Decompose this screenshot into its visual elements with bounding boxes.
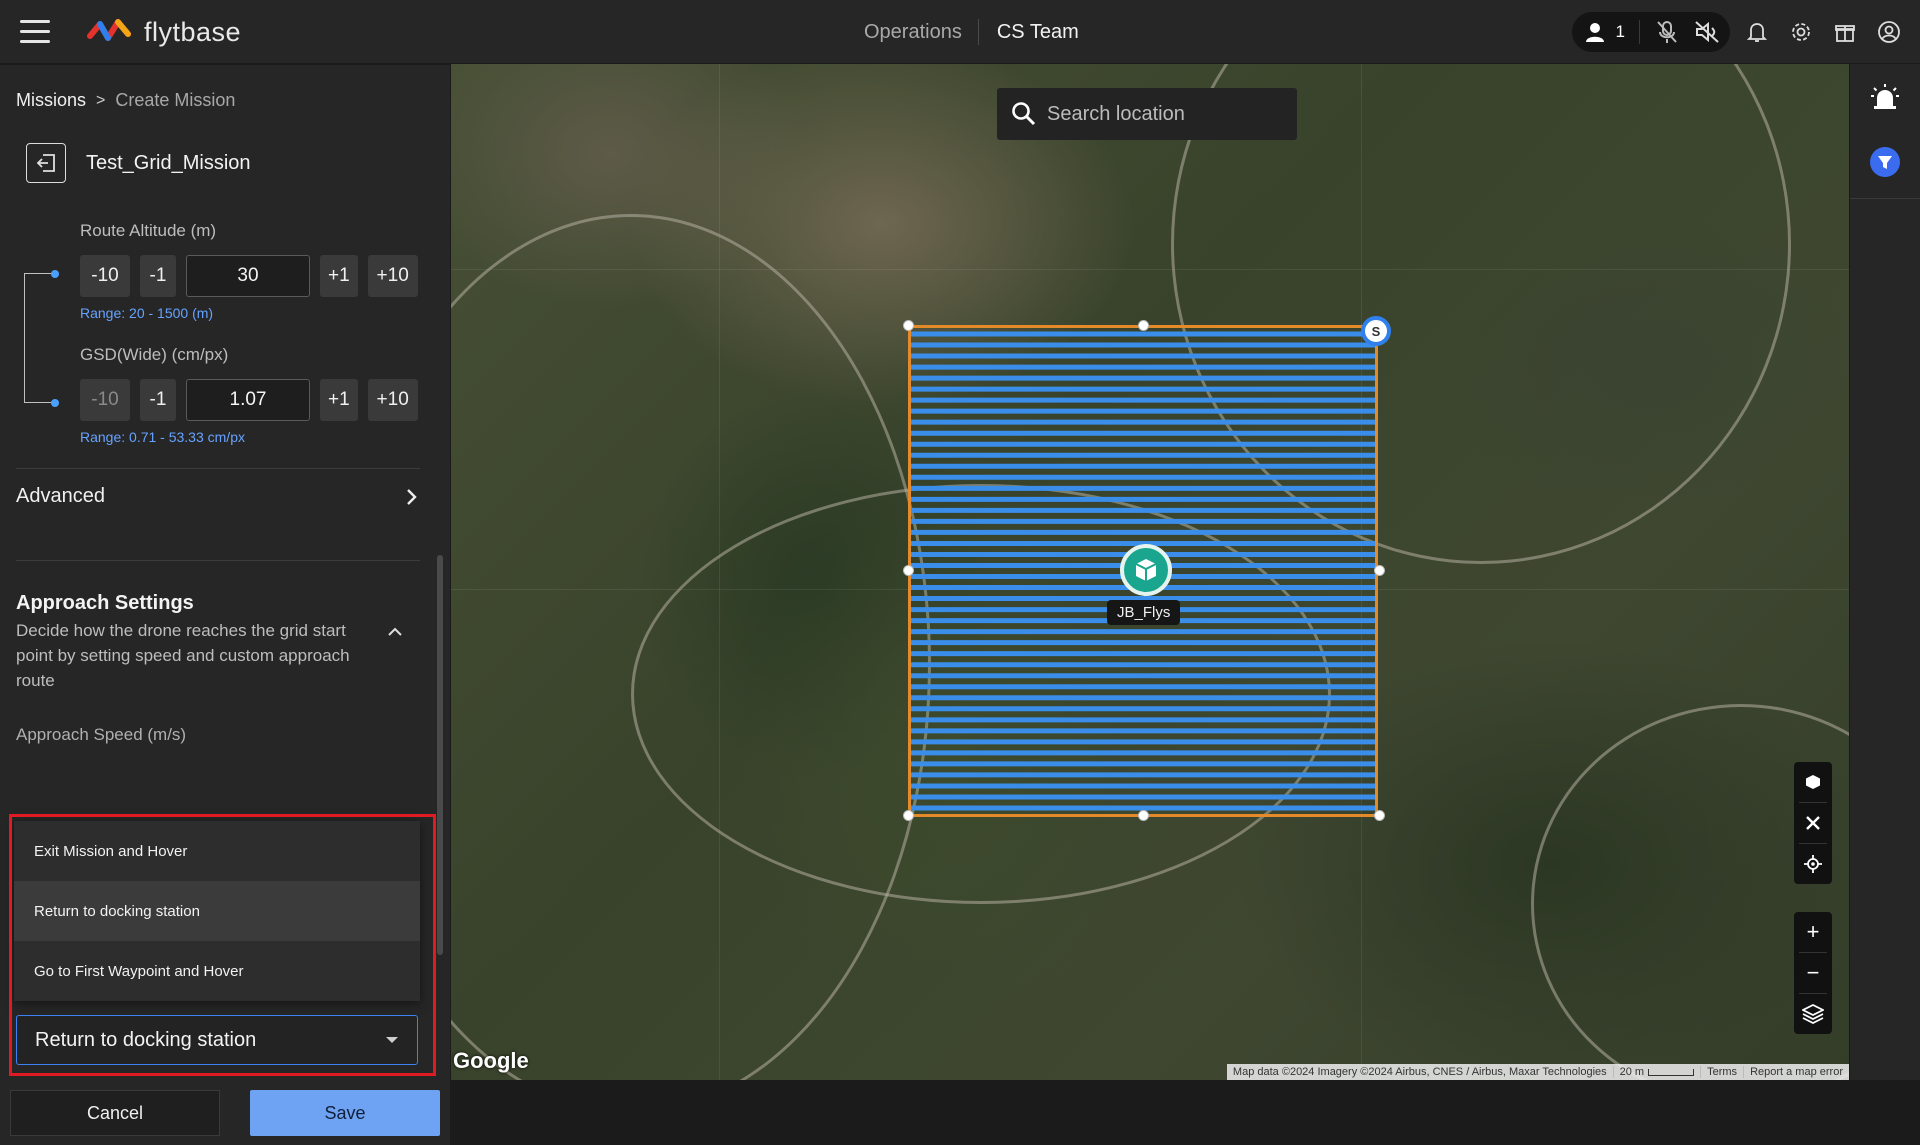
save-button[interactable]: Save bbox=[250, 1090, 440, 1136]
search-input[interactable] bbox=[1047, 102, 1287, 126]
option-first-waypoint-hover[interactable]: Go to First Waypoint and Hover bbox=[14, 941, 420, 1001]
cancel-button[interactable]: Cancel bbox=[10, 1090, 220, 1136]
altitude-input[interactable]: 30 bbox=[186, 255, 310, 297]
gsd-input[interactable]: 1.07 bbox=[186, 379, 310, 421]
gsd-label: GSD(Wide) (cm/px) bbox=[80, 345, 229, 364]
map-attribution: Map data ©2024 Imagery ©2024 Airbus, CNE… bbox=[1226, 1064, 1849, 1080]
breadcrumb-current: Create Mission bbox=[115, 90, 236, 110]
dock-box-icon bbox=[1135, 559, 1157, 581]
google-logo: Google bbox=[453, 1048, 529, 1073]
completion-action-select[interactable]: Return to docking station bbox=[16, 1015, 418, 1065]
route-altitude-label: Route Altitude (m) bbox=[80, 221, 217, 240]
mission-name: Test_Grid_Mission bbox=[86, 151, 251, 174]
alarm-siren-icon[interactable] bbox=[1866, 78, 1904, 116]
advanced-section-toggle[interactable]: Advanced bbox=[16, 485, 420, 508]
mic-off-icon[interactable] bbox=[1654, 19, 1680, 45]
approach-settings-description: Decide how the drone reaches the grid st… bbox=[16, 621, 350, 690]
gsd-minus-10-button[interactable]: -10 bbox=[80, 379, 130, 421]
brand-name: flytbase bbox=[144, 16, 242, 47]
speaker-off-icon[interactable] bbox=[1694, 19, 1720, 45]
right-rail bbox=[1849, 64, 1920, 1080]
start-point-marker[interactable]: S bbox=[1361, 316, 1391, 346]
user-audio-pill: 1 bbox=[1571, 12, 1730, 52]
exit-arrow-icon bbox=[36, 154, 55, 172]
altitude-plus-1-button[interactable]: +1 bbox=[320, 255, 358, 297]
notification-bell-icon[interactable] bbox=[1744, 19, 1770, 45]
location-search bbox=[997, 88, 1297, 140]
tree-connector bbox=[24, 273, 54, 403]
gsd-minus-1-button[interactable]: -1 bbox=[140, 379, 176, 421]
account-icon[interactable] bbox=[1876, 19, 1902, 45]
altitude-plus-10-button[interactable]: +10 bbox=[367, 255, 418, 297]
logo[interactable]: flytbase bbox=[86, 16, 241, 48]
vertex-handle[interactable] bbox=[1374, 810, 1385, 821]
dock-name-label: JB_Flys bbox=[1107, 600, 1181, 625]
tree-dot-altitude bbox=[51, 270, 59, 278]
option-return-docking[interactable]: Return to docking station bbox=[14, 881, 420, 941]
top-bar: flytbase Operations CS Team 1 bbox=[0, 0, 1920, 64]
chevron-up-icon[interactable] bbox=[386, 625, 404, 643]
report-map-error-link[interactable]: Report a map error bbox=[1743, 1066, 1849, 1078]
zoom-out-button[interactable]: − bbox=[1794, 953, 1832, 993]
mission-panel: Missions > Create Mission Test_Grid_Miss… bbox=[0, 65, 450, 1145]
tree-dot-gsd bbox=[51, 399, 59, 407]
select-value: Return to docking station bbox=[35, 1028, 257, 1051]
map-view-controls bbox=[1794, 762, 1832, 884]
midpoint-handle[interactable] bbox=[903, 565, 914, 576]
user-icon[interactable] bbox=[1582, 19, 1608, 45]
midpoint-handle[interactable] bbox=[1138, 810, 1149, 821]
breadcrumb-separator: > bbox=[96, 91, 106, 109]
zoom-in-button[interactable]: + bbox=[1794, 912, 1832, 952]
settings-gear-icon[interactable] bbox=[1788, 19, 1814, 45]
map-terms-link[interactable]: Terms bbox=[1700, 1066, 1743, 1078]
collapse-icon[interactable] bbox=[1794, 803, 1832, 843]
gsd-range: Range: 0.71 - 53.33 cm/px bbox=[80, 429, 245, 445]
user-count: 1 bbox=[1615, 22, 1625, 41]
completion-action-menu: Exit Mission and Hover Return to docking… bbox=[14, 821, 420, 1001]
dock-marker[interactable] bbox=[1120, 544, 1172, 596]
menu-icon[interactable] bbox=[20, 20, 50, 44]
map-scale-label: 20 m bbox=[1619, 1066, 1645, 1078]
approach-speed-label: Approach Speed (m/s) bbox=[16, 725, 187, 744]
layers-icon[interactable] bbox=[1794, 994, 1832, 1034]
map-canvas[interactable]: S JB_Flys + − Google Map data ©2024 Imag… bbox=[451, 64, 1849, 1080]
gsd-stepper: -10 -1 1.07 +1 +10 bbox=[80, 379, 418, 421]
midpoint-handle[interactable] bbox=[1374, 565, 1385, 576]
gsd-plus-1-button[interactable]: +1 bbox=[320, 379, 358, 421]
vertex-handle[interactable] bbox=[903, 320, 914, 331]
map-zoom-controls: + − bbox=[1794, 912, 1832, 1034]
chevron-right-icon bbox=[407, 488, 417, 505]
flytbase-logo-icon bbox=[87, 19, 131, 41]
gsd-plus-10-button[interactable]: +10 bbox=[367, 379, 418, 421]
cube-icon[interactable] bbox=[1794, 762, 1832, 802]
route-altitude-stepper: -10 -1 30 +1 +10 bbox=[80, 255, 418, 297]
gift-icon[interactable] bbox=[1832, 19, 1858, 45]
map-data-credit: Map data ©2024 Imagery ©2024 Airbus, CNE… bbox=[1232, 1066, 1607, 1078]
search-icon bbox=[1012, 102, 1036, 126]
breadcrumb-missions[interactable]: Missions bbox=[16, 90, 86, 111]
altitude-minus-10-button[interactable]: -10 bbox=[80, 255, 130, 297]
divider bbox=[16, 468, 420, 469]
scale-bar bbox=[1648, 1068, 1695, 1076]
nav-operations[interactable]: Operations bbox=[864, 19, 979, 45]
breadcrumb: Missions > Create Mission bbox=[16, 90, 235, 111]
altitude-range: Range: 20 - 1500 (m) bbox=[80, 305, 214, 321]
divider bbox=[16, 560, 420, 561]
nav-team[interactable]: CS Team bbox=[979, 19, 1079, 45]
approach-settings-title: Approach Settings bbox=[16, 592, 194, 614]
rail-divider bbox=[1850, 198, 1920, 199]
panel-scrollbar[interactable] bbox=[437, 555, 443, 955]
pill-divider bbox=[1639, 20, 1640, 44]
vertex-handle[interactable] bbox=[903, 810, 914, 821]
filter-icon[interactable] bbox=[1866, 143, 1904, 181]
advanced-label: Advanced bbox=[16, 485, 105, 507]
panel-footer: Cancel Save bbox=[0, 1079, 450, 1145]
locate-icon[interactable] bbox=[1794, 844, 1832, 884]
caret-down-icon bbox=[386, 1037, 398, 1043]
altitude-minus-1-button[interactable]: -1 bbox=[140, 255, 176, 297]
map-scale[interactable]: 20 m bbox=[1612, 1066, 1700, 1078]
midpoint-handle[interactable] bbox=[1138, 320, 1149, 331]
option-exit-mission-hover[interactable]: Exit Mission and Hover bbox=[14, 821, 420, 881]
back-button[interactable] bbox=[26, 143, 66, 183]
